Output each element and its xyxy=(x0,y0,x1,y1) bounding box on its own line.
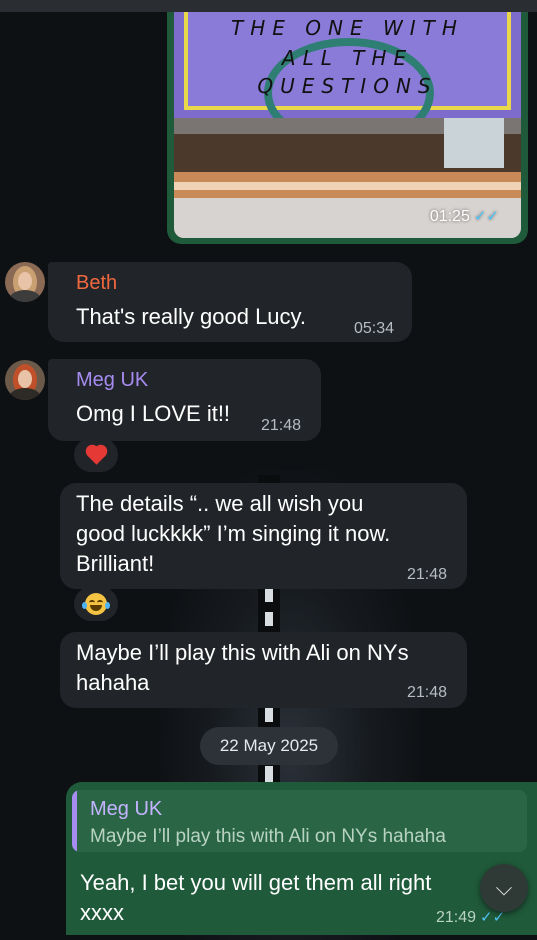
reply-quote[interactable]: Meg UK Maybe I’ll play this with Ali on … xyxy=(72,790,527,852)
poster-line: ALL THE xyxy=(281,46,414,70)
top-bar xyxy=(0,0,537,12)
message-bubble[interactable]: Maybe I’ll play this with Ali on NYs hah… xyxy=(60,632,467,708)
wallpaper-dash xyxy=(265,612,273,626)
wallpaper-dash xyxy=(265,708,273,722)
message-text: Omg I LOVE it!! xyxy=(76,401,231,426)
double-check-icon: ✓✓ xyxy=(473,208,499,225)
heart-icon xyxy=(86,446,106,465)
outgoing-message-bubble[interactable]: Meg UK Maybe I’ll play this with Ali on … xyxy=(66,782,537,935)
message-time: 21:48 xyxy=(407,684,448,701)
message-bubble[interactable]: Meg UK Omg I LOVE it!! 21:48 xyxy=(48,359,321,441)
quote-bar xyxy=(72,790,77,852)
message-bubble[interactable]: Beth That's really good Lucy. 05:34 xyxy=(48,262,412,342)
reaction-laughing[interactable] xyxy=(74,587,118,621)
quote-sender: Meg UK xyxy=(90,798,163,820)
message-text-line: xxxx xyxy=(80,900,124,925)
media-thumbnail[interactable]: THE ONE WITH ALL THE QUESTIONS 01:25 ✓✓ xyxy=(174,12,521,238)
avatar[interactable] xyxy=(5,262,45,302)
laughing-face-icon xyxy=(82,593,110,615)
avatar[interactable] xyxy=(5,360,45,400)
poster-line: THE ONE WITH xyxy=(231,16,464,40)
poster-line: QUESTIONS xyxy=(257,74,438,98)
message-time: 01:25 ✓✓ xyxy=(429,208,499,225)
message-time: 21:49 ✓✓ xyxy=(436,909,506,926)
message-text: That's really good Lucy. xyxy=(76,304,307,329)
sender-name[interactable]: Meg UK xyxy=(76,369,148,392)
message-text-line: Yeah, I bet you will get them all right xyxy=(80,870,432,895)
wallpaper-dash xyxy=(265,588,273,602)
quote-text: Maybe I’ll play this with Ali on NYs hah… xyxy=(90,826,446,847)
wallpaper-dash xyxy=(265,766,273,782)
scroll-down-button[interactable]: ⌵ xyxy=(480,864,528,912)
message-text-line: Maybe I’ll play this with Ali on NYs xyxy=(76,640,409,665)
media-message[interactable]: THE ONE WITH ALL THE QUESTIONS 01:25 ✓✓ xyxy=(167,12,528,244)
date-separator: 22 May 2025 xyxy=(200,727,338,765)
message-text-line: Brilliant! xyxy=(76,551,155,576)
message-bubble[interactable]: The details “.. we all wish you good luc… xyxy=(60,483,467,589)
sender-name[interactable]: Beth xyxy=(76,272,117,295)
message-time: 21:48 xyxy=(261,417,302,434)
chevron-double-down-icon: ⌵ xyxy=(495,875,513,900)
message-text-line: The details “.. we all wish you xyxy=(76,491,364,516)
message-text-line: good luckkkk” I’m singing it now. xyxy=(76,521,391,546)
message-time: 05:34 xyxy=(354,320,395,337)
reaction-heart[interactable] xyxy=(74,438,118,472)
poster: THE ONE WITH ALL THE QUESTIONS xyxy=(174,12,521,148)
message-time: 21:48 xyxy=(407,566,448,583)
message-text-line: hahaha xyxy=(76,670,150,695)
